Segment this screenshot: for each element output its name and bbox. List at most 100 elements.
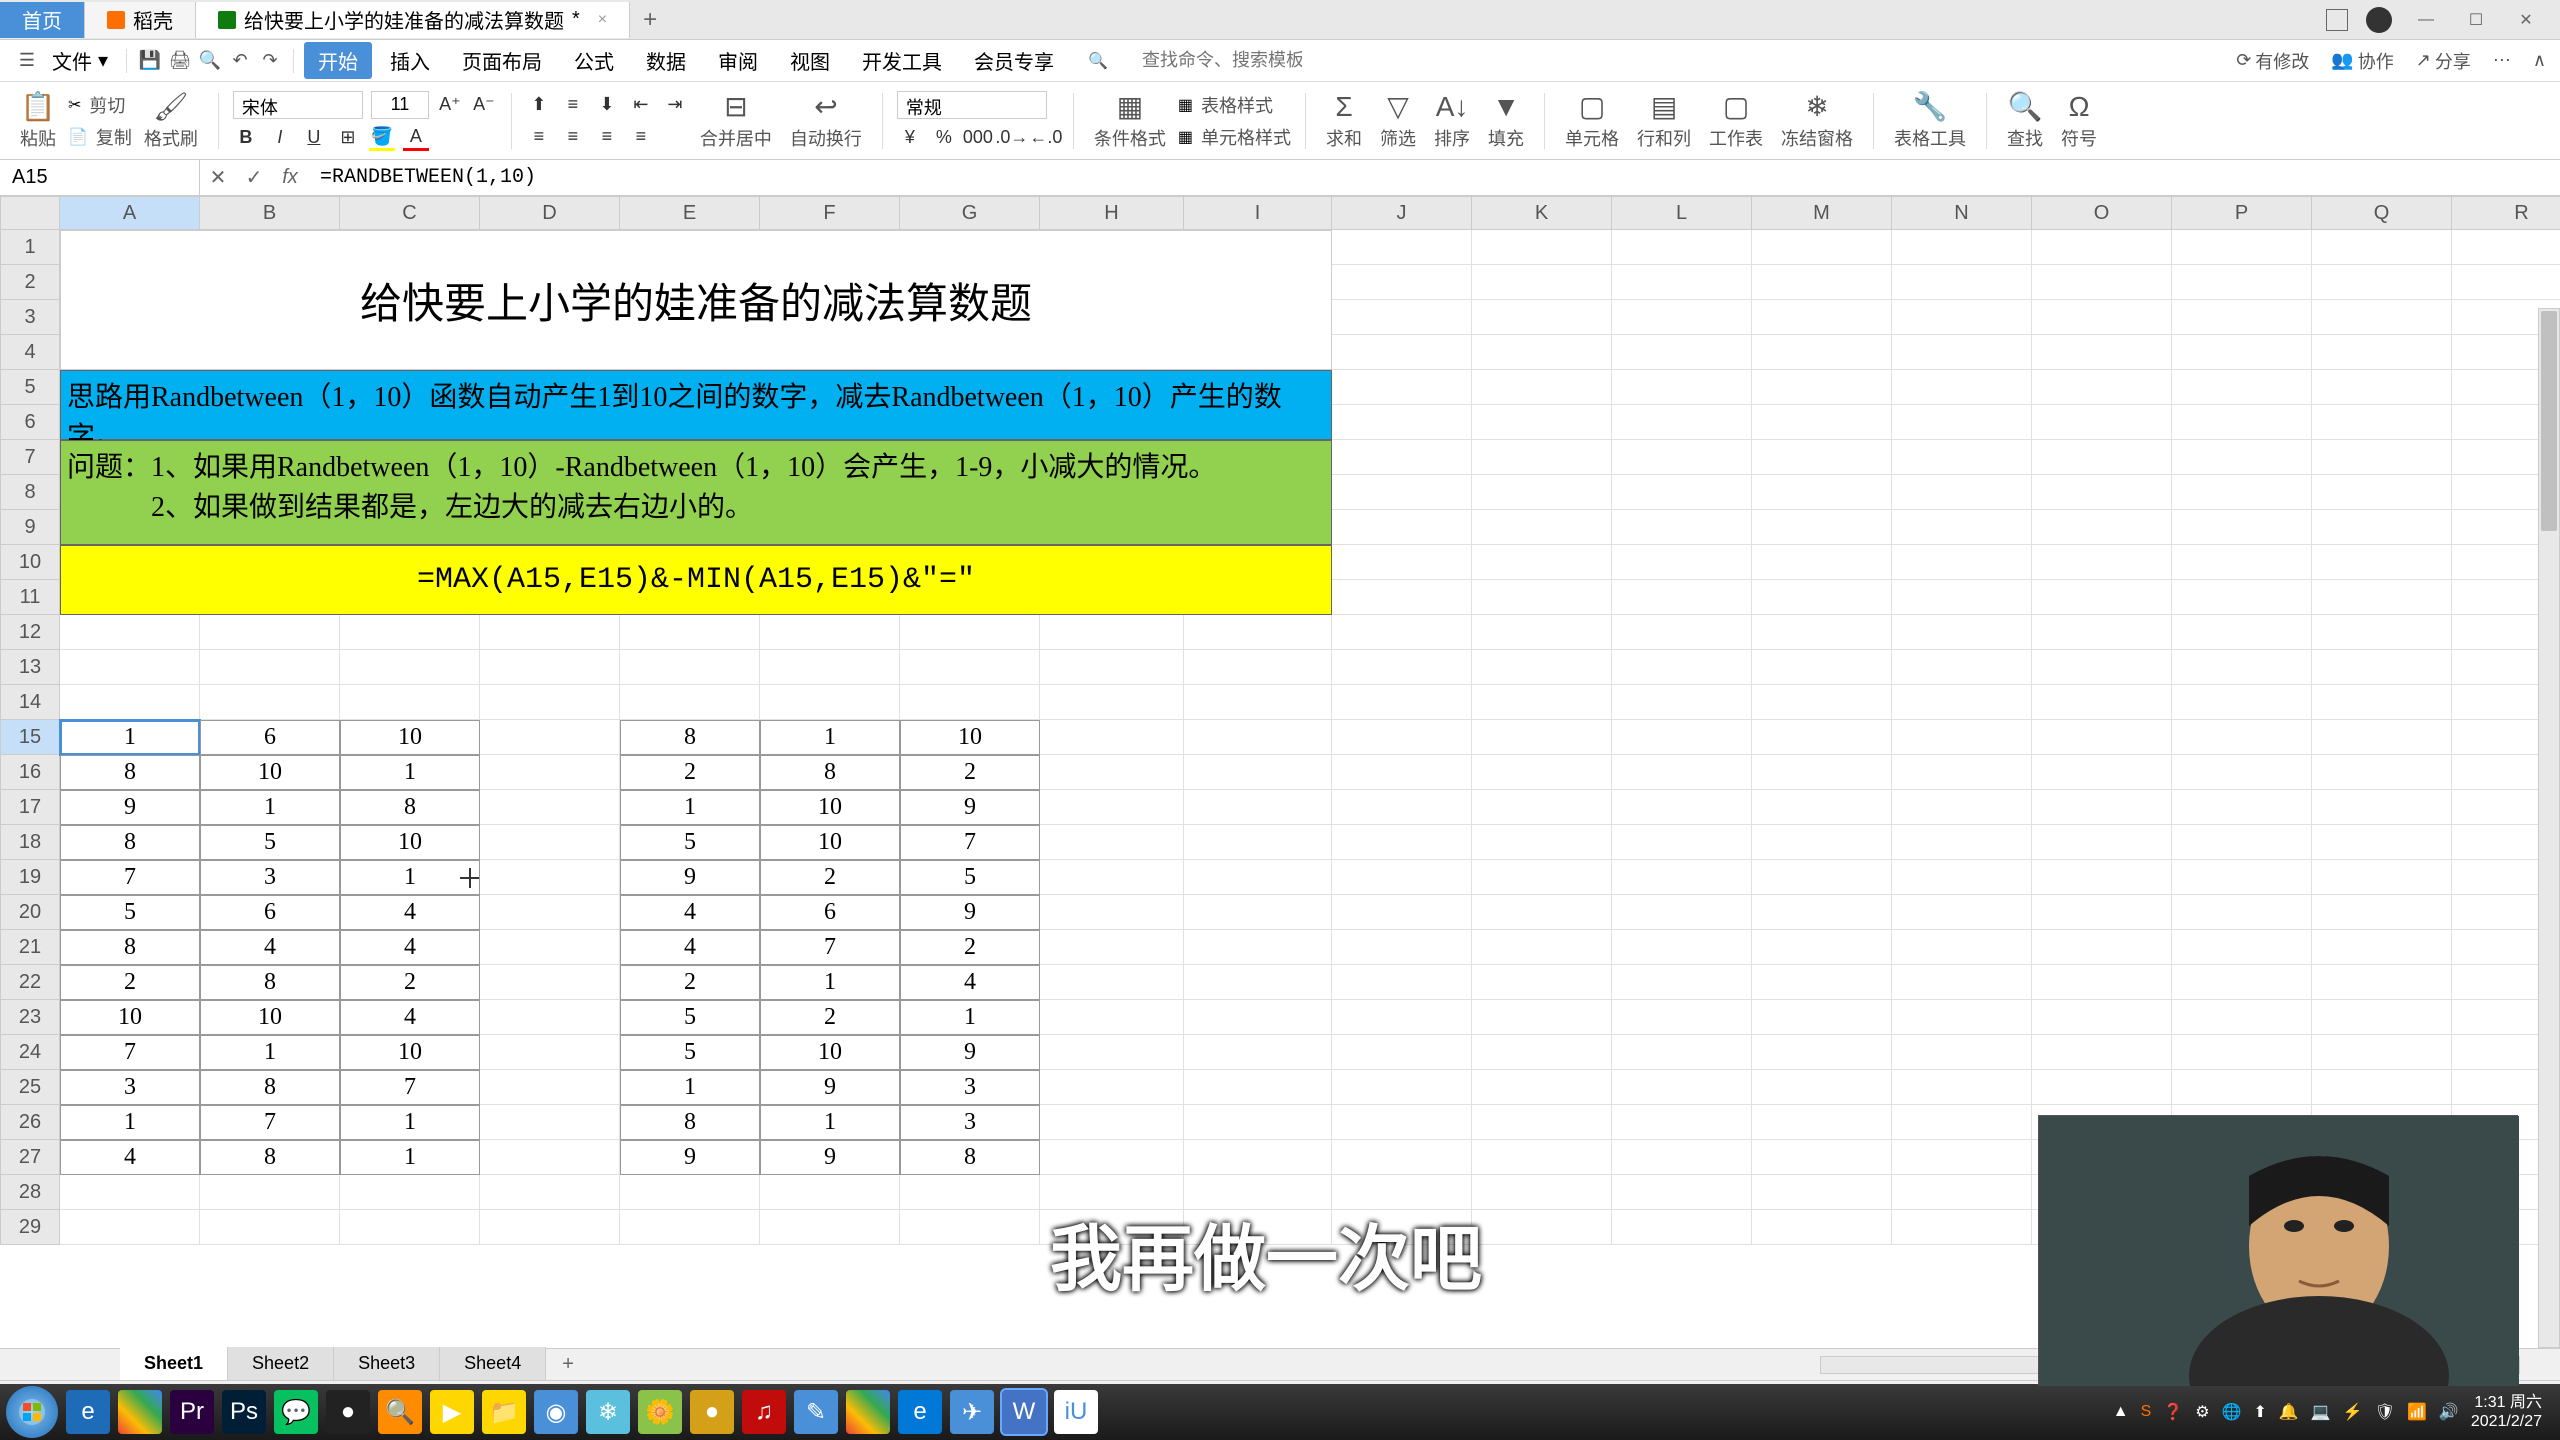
app-switch-icon[interactable]	[2326, 9, 2348, 31]
cell[interactable]	[1472, 930, 1612, 965]
menu-view[interactable]: 视图	[776, 42, 844, 79]
cell[interactable]	[1892, 580, 2032, 615]
size-select[interactable]: 11	[371, 91, 429, 119]
row-header-29[interactable]: 29	[0, 1210, 60, 1245]
data-cell[interactable]: 3	[200, 860, 340, 895]
data-cell[interactable]: 8	[200, 1070, 340, 1105]
data-cell[interactable]: 1	[900, 1000, 1040, 1035]
cell[interactable]	[1040, 755, 1184, 790]
col-header-E[interactable]: E	[620, 196, 760, 230]
cell[interactable]	[2032, 615, 2172, 650]
menu-insert[interactable]: 插入	[376, 42, 444, 79]
cell[interactable]	[1040, 965, 1184, 1000]
cell[interactable]	[1332, 1035, 1472, 1070]
cell[interactable]	[1472, 1140, 1612, 1175]
cell[interactable]	[1752, 335, 1892, 370]
cell[interactable]	[1892, 545, 2032, 580]
cell[interactable]	[1332, 475, 1472, 510]
cell[interactable]	[2032, 685, 2172, 720]
chrome-icon[interactable]	[118, 1390, 162, 1434]
col-header-C[interactable]: C	[340, 196, 480, 230]
cell[interactable]	[1472, 1210, 1612, 1245]
vertical-scrollbar[interactable]	[2538, 308, 2560, 1348]
cell[interactable]	[2032, 790, 2172, 825]
cell[interactable]	[1752, 545, 1892, 580]
share-button[interactable]: ↗ 分享	[2416, 48, 2471, 74]
cell[interactable]	[1612, 720, 1752, 755]
cell[interactable]	[2032, 720, 2172, 755]
underline-button[interactable]: U	[301, 125, 327, 151]
row-header-11[interactable]: 11	[0, 580, 60, 615]
data-cell[interactable]: 7	[760, 930, 900, 965]
data-cell[interactable]: 1	[60, 1105, 200, 1140]
cell[interactable]	[1184, 860, 1332, 895]
table-tools-button[interactable]: 🔧表格工具	[1888, 90, 1972, 151]
tray-icon[interactable]: 🛡	[2375, 1402, 2395, 1422]
cell[interactable]	[1184, 1140, 1332, 1175]
tab-home[interactable]: 首页	[0, 2, 85, 38]
cell[interactable]	[1892, 335, 2032, 370]
cell[interactable]	[1892, 755, 2032, 790]
align-bottom-icon[interactable]: ⬇	[594, 92, 620, 118]
row-col-button[interactable]: ▤行和列	[1631, 90, 1697, 151]
data-cell[interactable]: 3	[60, 1070, 200, 1105]
cell[interactable]	[2172, 1070, 2312, 1105]
data-cell[interactable]: 5	[620, 825, 760, 860]
cell[interactable]	[1040, 650, 1184, 685]
data-cell[interactable]: 10	[340, 1035, 480, 1070]
cell[interactable]	[2172, 405, 2312, 440]
cell[interactable]	[1752, 1210, 1892, 1245]
cell[interactable]	[1892, 1000, 2032, 1035]
cell[interactable]	[2312, 370, 2452, 405]
row-header-15[interactable]: 15	[0, 720, 60, 755]
sheet-tab-sheet3[interactable]: Sheet3	[334, 1347, 440, 1383]
search-input[interactable]	[1132, 46, 1312, 75]
cell[interactable]	[1332, 405, 1472, 440]
coop-button[interactable]: 👥 协作	[2331, 48, 2393, 74]
fill-color-button[interactable]: 🪣	[369, 125, 395, 151]
tray-icon[interactable]: ⚙	[2195, 1402, 2209, 1422]
cell[interactable]	[2172, 965, 2312, 1000]
cell[interactable]	[340, 685, 480, 720]
sheet-button[interactable]: ▢工作表	[1703, 90, 1769, 151]
freeze-button[interactable]: ❄冻结窗格	[1775, 90, 1859, 151]
data-cell[interactable]: 10	[200, 755, 340, 790]
cell[interactable]	[480, 930, 620, 965]
cell[interactable]	[1332, 300, 1472, 335]
cell[interactable]	[1332, 685, 1472, 720]
cell[interactable]	[2032, 335, 2172, 370]
cell[interactable]	[2172, 265, 2312, 300]
data-cell[interactable]: 1	[340, 1105, 480, 1140]
cell[interactable]	[1752, 650, 1892, 685]
cell[interactable]	[2312, 580, 2452, 615]
cell[interactable]	[1892, 230, 2032, 265]
cell[interactable]	[1612, 895, 1752, 930]
data-cell[interactable]: 6	[200, 720, 340, 755]
data-cell[interactable]: 4	[620, 930, 760, 965]
cell[interactable]	[2312, 1035, 2452, 1070]
data-cell[interactable]: 7	[900, 825, 1040, 860]
decimal-inc-icon[interactable]: .0→	[999, 125, 1025, 151]
col-header-M[interactable]: M	[1752, 196, 1892, 230]
cell[interactable]	[1332, 1140, 1472, 1175]
cell[interactable]	[620, 685, 760, 720]
row-header-12[interactable]: 12	[0, 615, 60, 650]
cell[interactable]	[480, 1000, 620, 1035]
cell[interactable]	[1612, 1175, 1752, 1210]
cell[interactable]	[2172, 545, 2312, 580]
unsaved-indicator[interactable]: ⟳ 有修改	[2236, 48, 2309, 74]
cell[interactable]	[480, 1070, 620, 1105]
user-avatar[interactable]	[2366, 7, 2392, 33]
tray-icon[interactable]: S	[2141, 1403, 2152, 1421]
col-header-P[interactable]: P	[2172, 196, 2312, 230]
cell[interactable]	[1612, 1210, 1752, 1245]
cell[interactable]	[900, 1175, 1040, 1210]
cell[interactable]	[480, 1035, 620, 1070]
cell[interactable]	[480, 790, 620, 825]
cell[interactable]	[1040, 1000, 1184, 1035]
cell[interactable]	[1472, 510, 1612, 545]
data-cell[interactable]: 7	[340, 1070, 480, 1105]
tray-icon[interactable]: 🔊	[2439, 1402, 2459, 1422]
cell[interactable]	[1612, 1035, 1752, 1070]
data-cell[interactable]: 6	[760, 895, 900, 930]
